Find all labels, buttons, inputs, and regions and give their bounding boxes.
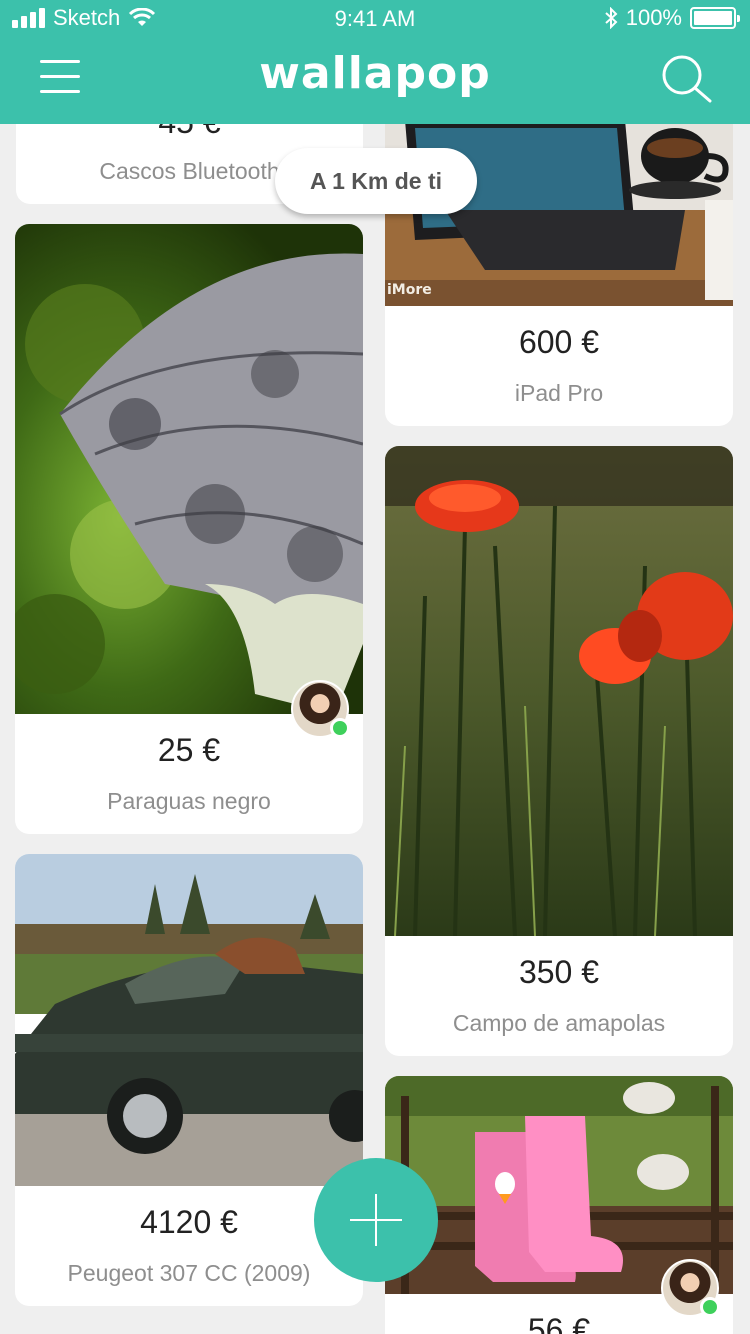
- bluetooth-icon: [605, 7, 618, 29]
- product-card[interactable]: 4120 € Peugeot 307 CC (2009): [15, 854, 363, 1306]
- product-title: Campo de amapolas: [452, 1010, 666, 1036]
- product-title: iPad Pro: [514, 380, 604, 406]
- search-icon: [662, 55, 712, 103]
- search-button[interactable]: [660, 54, 714, 104]
- online-status-icon: [700, 1297, 720, 1317]
- product-image: [385, 446, 733, 936]
- product-image: [15, 854, 363, 1186]
- product-title: Paraguas negro: [107, 788, 271, 814]
- add-product-button[interactable]: [314, 1158, 438, 1282]
- product-price: 4120 €: [140, 1204, 238, 1240]
- app-header: Sketch 9:41 AM 100% wallapop: [0, 0, 750, 124]
- online-status-icon: [330, 718, 350, 738]
- battery-percent: 100%: [625, 5, 682, 30]
- product-price: 25 €: [157, 732, 221, 768]
- product-image: [15, 224, 363, 714]
- product-price: 600 €: [518, 324, 600, 360]
- status-bar: Sketch 9:41 AM 100%: [0, 0, 750, 40]
- svg-text:iMore: iMore: [387, 282, 432, 298]
- product-card[interactable]: 25 € Paraguas negro: [15, 224, 363, 834]
- distance-filter-chip[interactable]: A 1 Km de ti: [275, 148, 477, 214]
- battery-icon: [690, 7, 740, 29]
- product-title: Peugeot 307 CC (2009): [67, 1260, 311, 1286]
- app-logo: wallapop: [259, 48, 491, 99]
- product-price: 350 €: [518, 954, 600, 990]
- product-card[interactable]: 350 € Campo de amapolas: [385, 446, 733, 1056]
